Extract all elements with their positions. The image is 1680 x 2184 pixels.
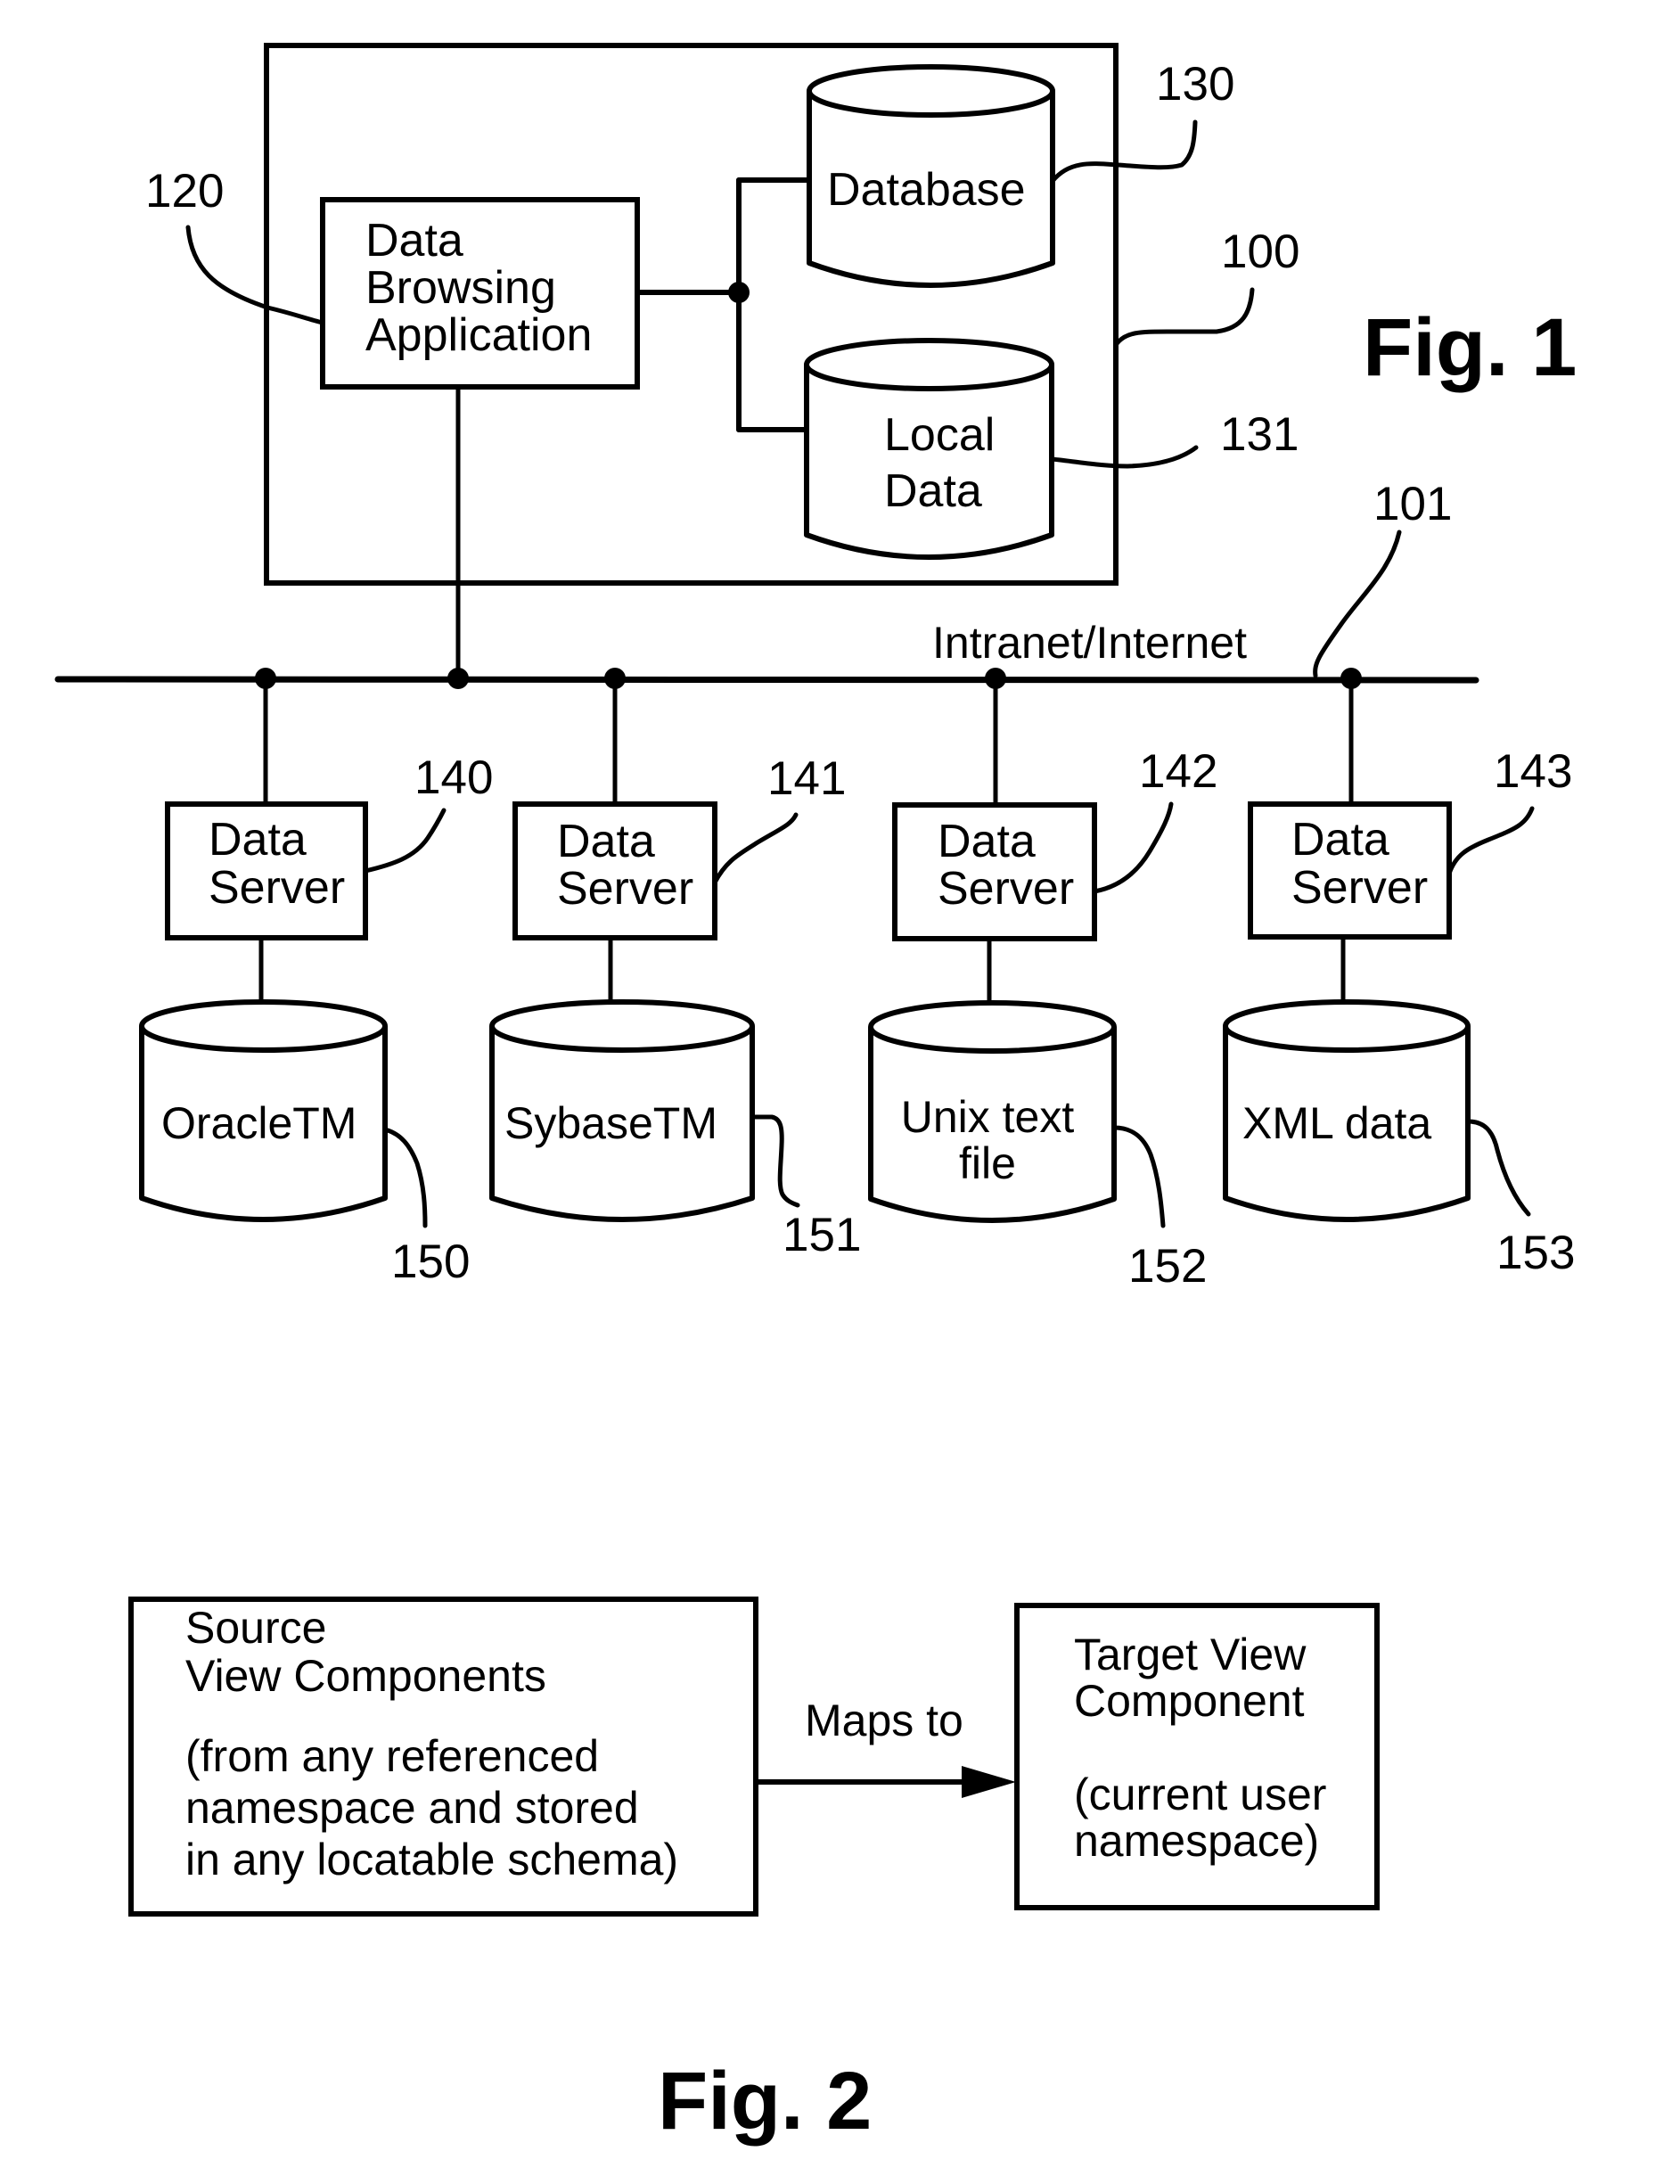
ref-152: 152 [1128,1240,1207,1293]
unix-label-line-1: Unix text [901,1092,1075,1142]
source-line-2: View Components [185,1651,546,1701]
app-label-line-2: Browsing [365,262,556,314]
ref-120: 120 [145,165,224,218]
leader-101 [1313,530,1402,678]
target-line-1: Target View [1074,1630,1307,1679]
server-142-label-line-1: Data [938,816,1036,867]
app-label-line-3: Application [365,309,592,361]
leader-141 [712,812,799,885]
ref-153: 153 [1496,1227,1575,1279]
server-142-label-line-2: Server [938,863,1074,915]
leader-150 [382,1127,428,1228]
figure-1-title: Fig. 1 [1363,302,1577,393]
server-140-label-line-2: Server [209,862,345,914]
ref-143: 143 [1494,745,1572,798]
oracle-label: OracleTM [161,1098,356,1148]
xml-label: XML data [1242,1098,1431,1148]
ref-130: 130 [1156,58,1234,111]
local-data-label-line-2: Data [884,465,982,517]
junction-dot [728,282,750,303]
server-140-label-line-1: Data [209,814,307,866]
figure-2-title: Fig. 2 [658,2056,872,2147]
leader-140 [363,808,447,874]
target-line-2: Component [1074,1676,1305,1726]
ref-140: 140 [414,751,493,804]
source-line-1: Source [185,1603,326,1653]
ref-150: 150 [391,1236,470,1288]
ref-131: 131 [1220,408,1299,461]
leader-153 [1465,1119,1531,1217]
bus-dot [447,668,469,689]
leader-151 [750,1114,800,1208]
ref-151: 151 [783,1209,861,1261]
server-141-label-line-2: Server [557,863,693,915]
leader-143 [1446,806,1535,876]
leader-152 [1111,1125,1166,1228]
ref-101: 101 [1373,478,1452,530]
source-line-6: in any locatable schema) [185,1835,678,1884]
server-143-label-line-1: Data [1291,814,1389,866]
leader-100 [1113,287,1255,348]
database-label: Database [827,164,1026,216]
leader-142 [1092,801,1174,894]
unix-label-line-2: file [959,1138,1016,1188]
source-line-4: (from any referenced [185,1731,599,1781]
maps-to-label: Maps to [805,1695,963,1745]
arrowhead-icon [962,1766,1016,1798]
local-data-label-line-1: Local [884,409,995,461]
target-line-5: namespace) [1074,1816,1319,1866]
ref-100: 100 [1221,226,1299,278]
server-141-label-line-1: Data [557,816,655,867]
source-line-5: namespace and stored [185,1783,639,1833]
network-label: Intranet/Internet [932,618,1247,668]
app-label-line-1: Data [365,215,463,267]
ref-141: 141 [767,752,846,805]
patent-diagram: Data Browsing Application Database Local… [54,43,1577,2147]
server-143-label-line-2: Server [1291,862,1428,914]
sybase-label: SybaseTM [504,1098,717,1148]
target-line-4: (current user [1074,1769,1326,1819]
ref-142: 142 [1139,745,1217,798]
